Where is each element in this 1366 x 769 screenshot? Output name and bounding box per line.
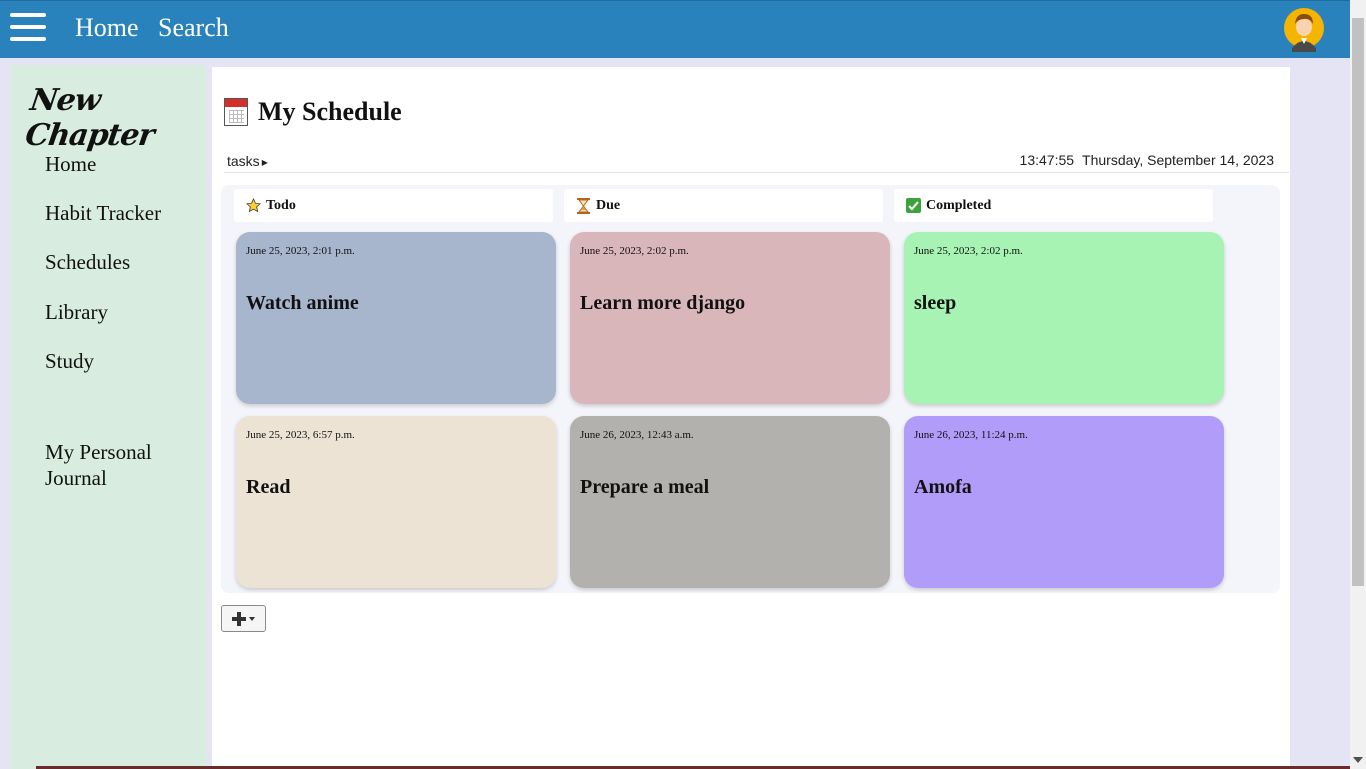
checkmark-icon — [906, 198, 921, 213]
scroll-down-arrow-icon[interactable] — [1353, 757, 1363, 763]
sidebar-item-library[interactable]: Library — [45, 299, 108, 325]
task-card[interactable]: June 26, 2023, 12:43 a.m. Prepare a meal — [570, 416, 890, 588]
plus-icon — [232, 611, 246, 626]
clock-date: Thursday, September 14, 2023 — [1082, 152, 1274, 168]
dropdown-caret-icon — [249, 616, 255, 621]
scrollbar-thumb[interactable] — [1352, 18, 1364, 586]
task-date: June 25, 2023, 2:02 p.m. — [914, 245, 1023, 257]
task-date: June 26, 2023, 12:43 a.m. — [580, 429, 694, 441]
task-name: Learn more django — [580, 292, 746, 314]
tasks-label: tasks — [227, 153, 260, 169]
vertical-scrollbar[interactable] — [1350, 0, 1366, 769]
main-panel: My Schedule tasks ▶ 13:47:55 Thursday, Sep… — [212, 67, 1290, 769]
task-date: June 26, 2023, 11:24 p.m. — [914, 429, 1028, 441]
sidebar-item-schedules[interactable]: Schedules — [45, 249, 130, 275]
page-header: My Schedule — [224, 96, 402, 128]
task-date: June 25, 2023, 2:02 p.m. — [580, 245, 689, 257]
add-task-button[interactable] — [221, 605, 266, 632]
task-card[interactable]: June 25, 2023, 6:57 p.m. Read — [236, 416, 556, 588]
column-header-completed: Completed — [894, 189, 1213, 222]
hourglass-icon — [576, 197, 591, 214]
sidebar-item-study[interactable]: Study — [45, 348, 94, 374]
task-name: Watch anime — [246, 292, 359, 314]
column-header-due: Due — [564, 189, 883, 222]
sidebar-item-journal[interactable]: My Personal Journal — [45, 439, 175, 491]
task-name: Read — [246, 476, 291, 498]
triangle-right-icon: ▶ — [261, 157, 268, 167]
user-avatar-icon[interactable] — [1284, 8, 1324, 52]
task-date: June 25, 2023, 6:57 p.m. — [246, 429, 355, 441]
task-card[interactable]: June 26, 2023, 11:24 p.m. Amofa — [904, 416, 1224, 588]
sidebar: New Chapter Home Habit Tracker Schedules… — [10, 65, 206, 769]
task-subbar: tasks ▶ 13:47:55 Thursday, September 14, 2… — [224, 151, 1289, 173]
nav-search-link[interactable]: Search — [158, 13, 229, 43]
task-card[interactable]: June 25, 2023, 2:02 p.m. sleep — [904, 232, 1224, 404]
column-label: Todo — [266, 197, 296, 213]
calendar-icon — [224, 98, 248, 126]
clock-time: 13:47:55 — [1019, 152, 1075, 168]
column-label: Due — [596, 197, 621, 213]
task-card[interactable]: June 25, 2023, 2:02 p.m. Learn more djan… — [570, 232, 890, 404]
task-date: June 25, 2023, 2:01 p.m. — [246, 245, 355, 257]
star-icon — [246, 198, 261, 213]
task-card[interactable]: June 25, 2023, 2:01 p.m. Watch anime — [236, 232, 556, 404]
tasks-dropdown[interactable]: tasks ▶ — [227, 153, 268, 169]
task-name: Prepare a meal — [580, 476, 710, 498]
page-title: My Schedule — [258, 97, 402, 126]
hamburger-menu-icon[interactable] — [10, 13, 46, 43]
top-navbar: Home Search — [0, 0, 1350, 58]
sidebar-item-home[interactable]: Home — [45, 151, 96, 177]
brand-logo: New Chapter — [23, 83, 156, 153]
clock: 13:47:55 Thursday, September 14, 2023 — [1012, 152, 1274, 168]
task-name: Amofa — [914, 476, 972, 498]
nav-home-link[interactable]: Home — [75, 13, 139, 43]
task-name: sleep — [914, 292, 957, 314]
schedule-board: Todo Due Completed June 25, 2023, 2:01 p… — [221, 185, 1280, 593]
sidebar-item-habit-tracker[interactable]: Habit Tracker — [45, 200, 161, 226]
column-label: Completed — [926, 197, 992, 213]
column-header-todo: Todo — [234, 189, 553, 222]
